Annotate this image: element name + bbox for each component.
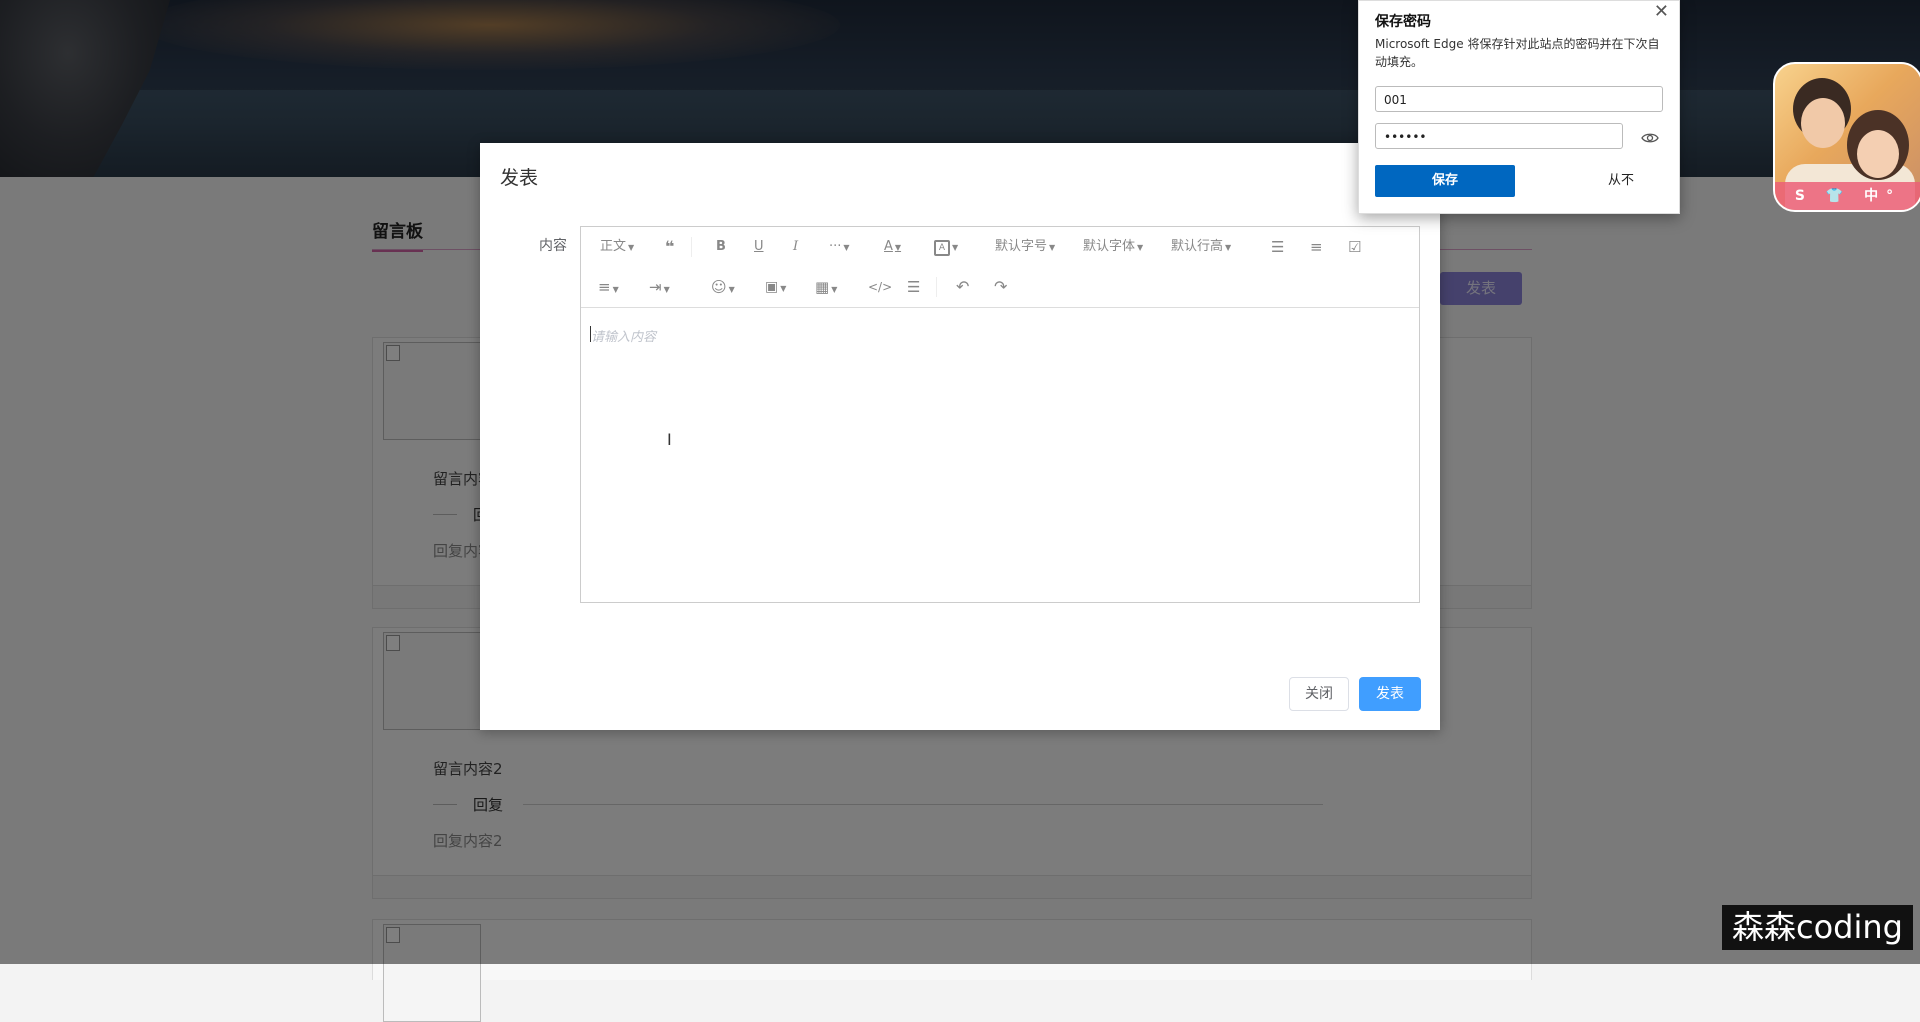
- background-color-icon[interactable]: A ▼: [934, 237, 958, 257]
- undo-icon[interactable]: ↶: [956, 277, 969, 297]
- bold-icon[interactable]: B: [716, 237, 726, 257]
- submit-button[interactable]: 发表: [1359, 677, 1421, 711]
- todo-list-icon[interactable]: ☑: [1348, 237, 1361, 257]
- popup-title: 保存密码: [1375, 14, 1431, 30]
- content-label: 内容: [539, 238, 567, 254]
- table-icon[interactable]: ▦ ▼: [815, 277, 837, 297]
- font-family-dropdown[interactable]: 默认字体 ▼: [1083, 237, 1143, 257]
- floating-avatar-widget[interactable]: S 👕 中°: [1773, 62, 1920, 212]
- password-field[interactable]: ••••••: [1375, 123, 1623, 149]
- editor-toolbar: 正文 ▼ ❝ B U I ··· ▼ A ▼ A ▼ 默认字号 ▼ 默认字体 ▼ 默认行高 ▼…: [581, 227, 1419, 308]
- editor-content-area[interactable]: 请输入内容 I: [581, 308, 1419, 602]
- redo-icon[interactable]: ↷: [994, 277, 1007, 297]
- image-icon[interactable]: ▣ ▼: [765, 277, 786, 297]
- dialog-title: 发表: [500, 167, 539, 189]
- never-button[interactable]: 从不: [1581, 165, 1661, 197]
- popup-description: Microsoft Edge 将保存针对此站点的密码并在下次自动填充。: [1375, 37, 1660, 69]
- post-dialog: 发表 内容 正文 ▼ ❝ B U I ··· ▼ A ▼ A ▼ 默认字号 ▼ 默认字体 ▼…: [480, 143, 1440, 730]
- channel-watermark: 森森coding: [1722, 905, 1913, 950]
- quote-icon[interactable]: ❝: [665, 237, 674, 257]
- align-icon[interactable]: ≡ ▼: [598, 277, 619, 297]
- save-password-button[interactable]: 保存: [1375, 165, 1515, 197]
- italic-icon[interactable]: I: [793, 237, 798, 257]
- rich-text-editor: 正文 ▼ ❝ B U I ··· ▼ A ▼ A ▼ 默认字号 ▼ 默认字体 ▼ 默认行高 ▼…: [580, 226, 1420, 603]
- indent-icon[interactable]: ⇥ ▼: [649, 277, 670, 297]
- font-size-dropdown[interactable]: 默认字号 ▼: [995, 237, 1055, 257]
- paragraph-style-dropdown[interactable]: 正文 ▼: [600, 237, 634, 257]
- divider-icon[interactable]: ☰: [907, 277, 920, 297]
- mouse-ibeam-cursor: I: [667, 430, 672, 449]
- code-icon[interactable]: </>: [868, 277, 892, 297]
- underline-icon[interactable]: U: [754, 237, 764, 257]
- close-icon[interactable]: ✕: [1654, 1, 1669, 22]
- ime-badge: S 👕 中°: [1775, 182, 1920, 210]
- emoji-icon[interactable]: ☺ ▼: [711, 277, 735, 297]
- line-height-dropdown[interactable]: 默认行高 ▼: [1171, 237, 1231, 257]
- bulleted-list-icon[interactable]: ☰: [1271, 237, 1284, 257]
- save-password-popup: 保存密码 ✕ Microsoft Edge 将保存针对此站点的密码并在下次自动填…: [1358, 0, 1680, 214]
- show-password-icon[interactable]: [1641, 129, 1659, 147]
- close-button[interactable]: 关闭: [1289, 677, 1349, 711]
- editor-placeholder: 请输入内容: [591, 330, 657, 345]
- username-field[interactable]: 001: [1375, 86, 1663, 112]
- font-color-icon[interactable]: A ▼: [884, 237, 901, 257]
- more-styles-icon[interactable]: ··· ▼: [829, 237, 850, 257]
- numbered-list-icon[interactable]: ≡: [1310, 237, 1323, 257]
